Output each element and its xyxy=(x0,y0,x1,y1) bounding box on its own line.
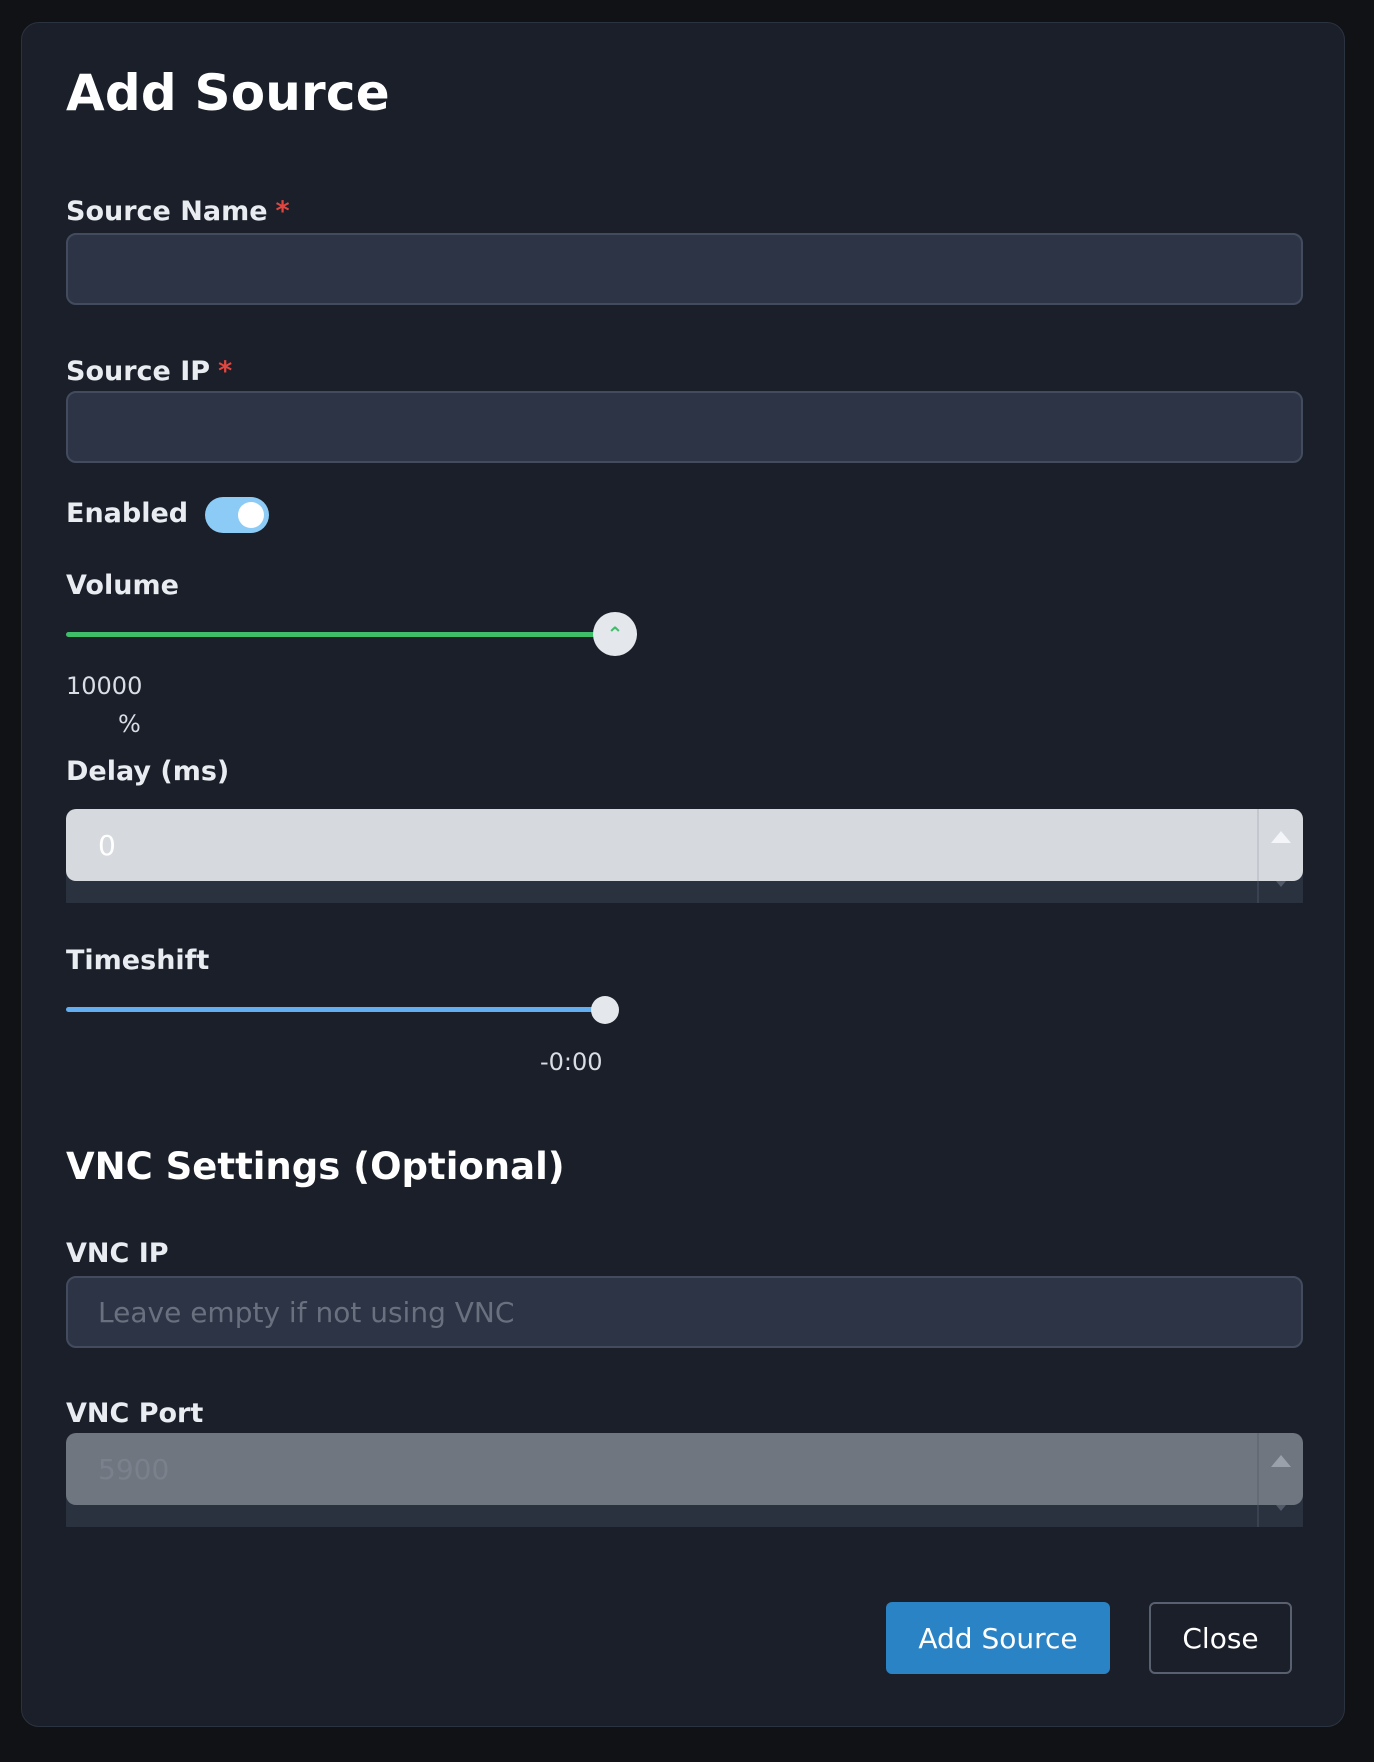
vnc-port-value: 5900 xyxy=(98,1452,170,1486)
spinner-divider xyxy=(1257,1433,1259,1505)
source-name-label-text: Source Name xyxy=(66,196,268,227)
volume-slider-track[interactable] xyxy=(66,632,618,637)
enabled-label: Enabled xyxy=(66,498,189,529)
vnc-section-title: VNC Settings (Optional) xyxy=(66,1145,565,1188)
enabled-toggle[interactable] xyxy=(205,497,269,533)
vnc-ip-input[interactable]: Leave empty if not using VNC xyxy=(66,1276,1303,1348)
timeshift-slider-thumb[interactable] xyxy=(591,996,619,1024)
toggle-knob xyxy=(238,502,264,528)
delay-input[interactable]: 0 xyxy=(66,809,1303,881)
add-source-button[interactable]: Add Source xyxy=(886,1602,1110,1674)
close-button[interactable]: Close xyxy=(1149,1602,1292,1674)
required-mark: * xyxy=(275,196,290,227)
add-source-dialog: Add Source Source Name * Source IP * Enabl… xyxy=(21,22,1345,1727)
volume-value: 10000 xyxy=(66,672,143,700)
triangle-up-icon[interactable] xyxy=(1271,831,1291,843)
source-name-input[interactable] xyxy=(66,233,1303,305)
timeshift-value: -0:00 xyxy=(540,1048,603,1076)
volume-unit: % xyxy=(118,710,141,738)
source-name-label: Source Name * xyxy=(66,196,290,228)
spinner-divider xyxy=(1257,809,1259,881)
dialog-title: Add Source xyxy=(66,64,390,122)
timeshift-slider-track[interactable] xyxy=(66,1007,606,1012)
source-ip-label: Source IP * xyxy=(66,356,232,388)
delay-label: Delay (ms) xyxy=(66,756,230,787)
delay-value: 0 xyxy=(98,828,116,862)
vnc-port-label: VNC Port xyxy=(66,1398,204,1429)
chevron-up-icon: ⌃ xyxy=(606,622,624,646)
triangle-up-icon[interactable] xyxy=(1271,1455,1291,1467)
timeshift-label: Timeshift xyxy=(66,945,210,976)
vnc-ip-label: VNC IP xyxy=(66,1238,169,1269)
vnc-ip-placeholder: Leave empty if not using VNC xyxy=(98,1295,515,1329)
volume-label: Volume xyxy=(66,570,179,601)
source-ip-label-text: Source IP xyxy=(66,356,211,387)
source-ip-input[interactable] xyxy=(66,391,1303,463)
required-mark: * xyxy=(218,356,233,387)
volume-slider-thumb[interactable]: ⌃ xyxy=(593,612,637,656)
vnc-port-input[interactable]: 5900 xyxy=(66,1433,1303,1505)
